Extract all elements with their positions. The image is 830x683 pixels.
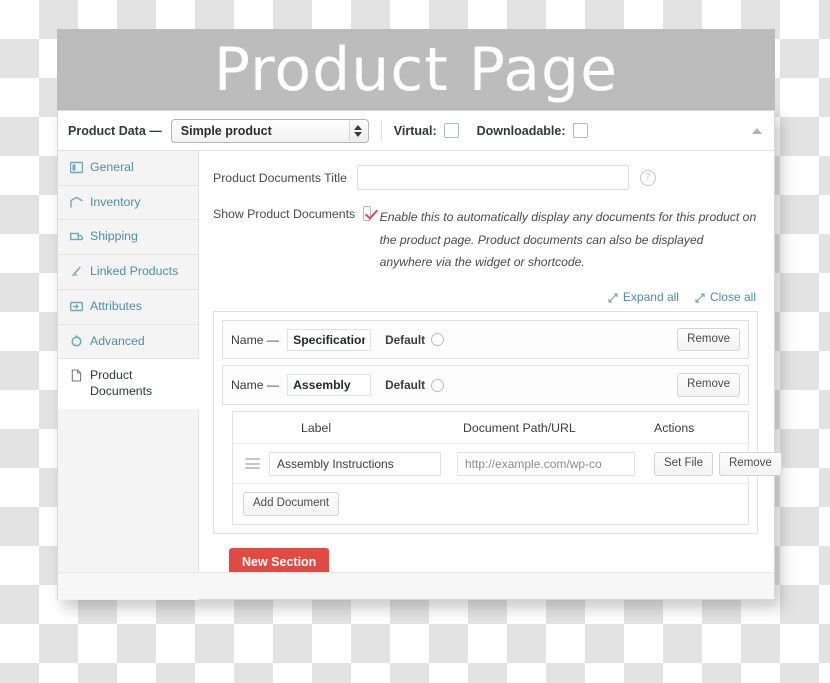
sidebar-item-inventory[interactable]: Inventory: [58, 186, 198, 221]
remove-document-button[interactable]: Remove: [719, 452, 782, 476]
chevron-up-icon: [354, 125, 362, 130]
panel-footer: [58, 572, 774, 599]
settings-sidebar: General Inventory Shipping Linked Produc…: [58, 151, 199, 600]
section-name-input[interactable]: [287, 329, 371, 351]
column-header-actions: Actions: [647, 421, 748, 435]
page-title-banner: Product Page: [57, 29, 775, 110]
sidebar-item-label: General: [90, 160, 134, 176]
sidebar-item-linked-products[interactable]: Linked Products: [58, 255, 198, 290]
attributes-icon: [70, 300, 83, 313]
remove-section-button[interactable]: Remove: [677, 373, 740, 397]
sidebar-item-general[interactable]: General: [58, 151, 198, 186]
chevron-down-icon: [354, 132, 362, 137]
section-default-label: Default: [385, 378, 425, 392]
question-mark-icon[interactable]: ?: [640, 170, 656, 186]
collapse-diagonal-icon: [695, 292, 705, 302]
panel-body: General Inventory Shipping Linked Produc…: [58, 151, 774, 600]
sidebar-item-label: Linked Products: [90, 264, 178, 280]
section-default-radio[interactable]: [431, 379, 444, 392]
panel-header: Product Data — Simple product Virtual: D…: [58, 111, 774, 151]
product-data-label: Product Data —: [68, 124, 162, 138]
show-documents-description: Enable this to automatically display any…: [380, 206, 758, 274]
documents-table-header: Label Document Path/URL Actions: [233, 412, 748, 444]
section-name-input[interactable]: [287, 374, 371, 396]
section-default-radio[interactable]: [431, 333, 444, 346]
section-row[interactable]: Name — Default Remove: [222, 320, 749, 360]
close-all-label: Close all: [710, 290, 756, 304]
section-row[interactable]: Name — Default Remove: [222, 365, 749, 405]
expand-collapse-links: Expand all Close all: [213, 290, 758, 304]
documents-title-label: Product Documents Title: [213, 171, 347, 185]
document-path-input[interactable]: [457, 452, 635, 476]
sidebar-item-label: Advanced: [90, 334, 145, 350]
product-type-value: Simple product: [181, 124, 272, 138]
header-divider: [381, 120, 382, 142]
advanced-gear-icon: [70, 335, 83, 348]
virtual-checkbox[interactable]: [444, 123, 459, 138]
show-documents-label: Show Product Documents: [213, 206, 355, 221]
documents-title-row: Product Documents Title ?: [213, 165, 758, 190]
link-icon: [70, 265, 83, 278]
column-header-label: Label: [269, 421, 457, 435]
add-document-button[interactable]: Add Document: [243, 492, 339, 516]
sidebar-item-label: Inventory: [90, 195, 141, 211]
page-title: Product Page: [214, 40, 618, 100]
close-all-link[interactable]: Close all: [695, 290, 756, 304]
select-stepper-icon[interactable]: [349, 121, 367, 141]
general-icon: [70, 161, 83, 174]
document-path-cell: [457, 452, 647, 476]
section-default-label: Default: [385, 333, 425, 347]
sidebar-item-attributes[interactable]: Attributes: [58, 290, 198, 325]
downloadable-checkbox[interactable]: [573, 123, 588, 138]
sidebar-item-label: Shipping: [90, 229, 138, 245]
section-name-label: Name —: [231, 333, 279, 347]
document-icon: [70, 369, 83, 382]
document-row: Set File Remove: [233, 444, 748, 484]
sidebar-item-shipping[interactable]: Shipping: [58, 220, 198, 255]
triangle-up-icon[interactable]: [752, 128, 762, 134]
expand-all-link[interactable]: Expand all: [608, 290, 679, 304]
virtual-label: Virtual:: [394, 124, 437, 138]
new-section-bar: New Section: [213, 534, 758, 576]
sidebar-item-advanced[interactable]: Advanced: [58, 325, 198, 360]
product-documents-panel: Product Documents Title ? Show Product D…: [199, 151, 774, 600]
documents-table: Label Document Path/URL Actions: [232, 411, 749, 525]
document-actions-cell: Set File Remove: [647, 452, 782, 476]
shipping-icon: [70, 230, 83, 243]
product-data-panel: Product Data — Simple product Virtual: D…: [57, 110, 775, 600]
show-documents-checkbox[interactable]: [363, 206, 370, 221]
remove-section-button[interactable]: Remove: [677, 328, 740, 352]
expand-all-label: Expand all: [623, 290, 679, 304]
drag-handle-cell[interactable]: [233, 458, 269, 469]
inventory-icon: [70, 196, 83, 209]
sections-container: Name — Default Remove Name — Default Rem…: [213, 311, 758, 534]
drag-handle-icon[interactable]: [245, 458, 260, 469]
document-label-cell: [269, 452, 457, 476]
column-header-path: Document Path/URL: [457, 421, 647, 435]
document-label-input[interactable]: [269, 452, 441, 476]
sidebar-item-label: Product Documents: [90, 368, 192, 399]
sidebar-item-label: Attributes: [90, 299, 142, 315]
show-documents-row: Show Product Documents Enable this to au…: [213, 206, 758, 274]
downloadable-label: Downloadable:: [477, 124, 566, 138]
section-name-label: Name —: [231, 378, 279, 392]
set-file-button[interactable]: Set File: [654, 452, 713, 476]
documents-title-input[interactable]: [357, 165, 629, 190]
product-type-select[interactable]: Simple product: [171, 119, 369, 143]
sidebar-item-product-documents[interactable]: Product Documents: [58, 359, 199, 408]
expand-diagonal-icon: [608, 292, 618, 302]
add-document-bar: Add Document: [233, 484, 748, 524]
